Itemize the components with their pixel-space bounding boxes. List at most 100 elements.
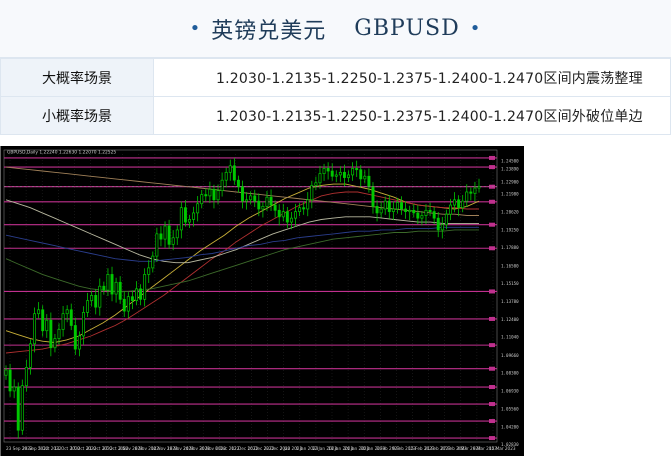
candle-body	[245, 199, 249, 202]
candle-body	[383, 200, 387, 210]
candle-body	[265, 196, 269, 207]
candle-body	[188, 219, 191, 223]
candle-body	[196, 203, 200, 214]
title-chinese: 英镑兑美元	[211, 18, 327, 44]
candle-body	[473, 187, 477, 194]
candle-body	[347, 174, 350, 178]
candle-body	[236, 179, 240, 188]
y-tick-label: 1.15150	[501, 281, 519, 286]
candle-body	[294, 211, 297, 219]
candle-body	[281, 211, 285, 218]
candle-body	[477, 186, 481, 189]
candle-body	[216, 190, 220, 201]
candle-body	[126, 296, 130, 312]
candle-body	[130, 296, 134, 301]
candle-body	[204, 194, 208, 197]
moving-average-line	[5, 229, 479, 292]
candle-body	[249, 195, 253, 201]
candle-body	[424, 209, 428, 216]
candle-body	[436, 217, 440, 231]
candle-body	[8, 369, 12, 392]
y-tick-label: 1.09660	[501, 353, 519, 358]
level-marker	[489, 402, 495, 407]
title-symbol: GBPUSD	[354, 16, 460, 41]
scenario-value: 1.2030-1.2135-1.2250-1.2375-1.2400-1.247…	[153, 96, 671, 135]
candle-body	[33, 313, 37, 345]
candle-body	[387, 200, 391, 212]
x-tick-label: 15 Mar 2023	[489, 446, 516, 451]
candle-body	[106, 274, 110, 291]
candle-body	[444, 213, 448, 226]
scenario-levels: 1.2030-1.2135-1.2250-1.2375-1.2400-1.247…	[216, 108, 544, 125]
symbol-label: GBPUSD,Daily 1.22240 1.22630 1.22070 1.2…	[7, 150, 116, 156]
candle-body	[151, 255, 155, 269]
candle-body	[171, 237, 175, 245]
candle-body	[212, 188, 216, 201]
candle-body	[86, 300, 90, 313]
page-title: • 英镑兑美元 GBPUSD •	[0, 0, 671, 58]
candle-body	[314, 182, 318, 186]
candle-body	[220, 179, 224, 192]
candle-body	[440, 224, 444, 231]
candle-body	[228, 165, 232, 173]
level-marker	[489, 222, 495, 227]
candle-body	[98, 285, 102, 308]
candle-body	[412, 209, 416, 214]
candle-body	[155, 233, 159, 257]
candle-body	[302, 207, 306, 210]
candle-body	[41, 309, 45, 332]
candle-body	[432, 211, 436, 219]
candle-body	[69, 309, 73, 326]
candle-body	[420, 215, 424, 219]
candle-body	[179, 207, 183, 231]
candle-body	[342, 171, 346, 178]
candle-body	[375, 206, 379, 214]
scenario-levels: 1.2030-1.2135-1.2250-1.2375-1.2400-1.247…	[216, 70, 544, 87]
candle-body	[224, 171, 228, 181]
candle-body	[65, 309, 69, 315]
level-marker	[489, 155, 495, 160]
candle-body	[465, 191, 469, 202]
price-chart: 1.24500 1.23890 1.22900 1.21980 1.20620 1.192…	[0, 146, 524, 456]
candle-body	[379, 208, 383, 214]
candle-body	[306, 199, 310, 210]
candle-body	[4, 369, 8, 376]
level-marker	[489, 316, 495, 321]
chart-canvas: 1.24500 1.23890 1.22900 1.21980 1.20620 1.192…	[3, 150, 519, 451]
candle-body	[147, 267, 151, 275]
candle-body	[45, 319, 49, 332]
scenario-value: 1.2030-1.2135-1.2250-1.2375-1.2400-1.247…	[153, 58, 671, 97]
candle-body	[453, 199, 457, 206]
candle-body	[338, 171, 342, 176]
candle-body	[114, 281, 118, 295]
level-marker	[489, 343, 495, 348]
candle-body	[200, 194, 204, 205]
candle-body	[102, 285, 106, 291]
candle-body	[359, 169, 363, 180]
level-marker	[489, 436, 495, 441]
candle-body	[122, 298, 126, 312]
y-tick-label: 1.22900	[501, 179, 519, 184]
candle-body	[273, 204, 277, 211]
scenario-outlook: 区间外破位单边	[543, 108, 643, 125]
candle-body	[159, 233, 163, 240]
y-tick-label: 1.06930	[501, 389, 519, 394]
candle-body	[298, 207, 302, 212]
candle-body	[253, 195, 257, 202]
candle-body	[395, 202, 399, 210]
candle-body	[16, 386, 20, 431]
candle-body	[175, 229, 179, 239]
candle-body	[351, 168, 355, 176]
candle-body	[94, 295, 98, 308]
title-bullet-right: •	[469, 18, 482, 39]
candle-body	[261, 206, 265, 210]
candle-body	[12, 386, 16, 392]
candle-body	[257, 200, 261, 210]
y-tick-label: 1.23890	[501, 167, 519, 172]
candle-body	[322, 168, 326, 174]
candle-body	[310, 185, 314, 201]
candle-body	[334, 174, 338, 177]
y-tick-label: 1.11040	[501, 335, 519, 340]
candle-body	[400, 202, 403, 210]
scenario-row-high: 大概率场景 1.2030-1.2135-1.2250-1.2375-1.2400…	[0, 58, 671, 97]
